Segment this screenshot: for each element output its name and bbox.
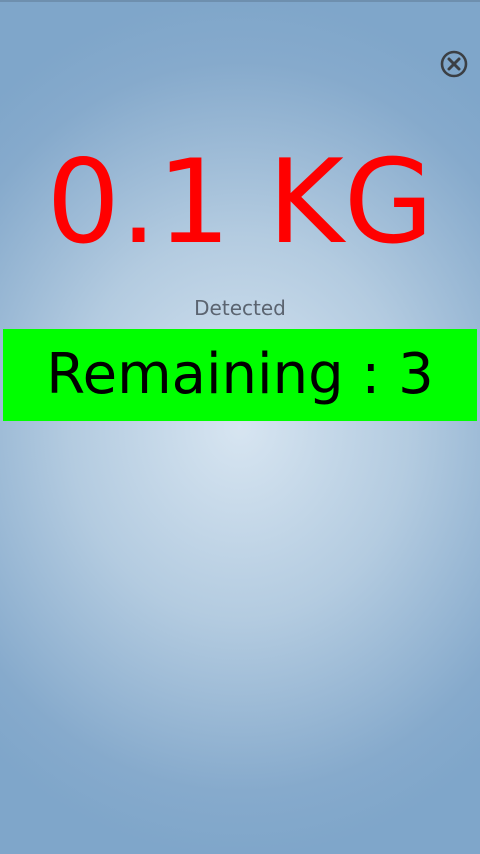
remaining-count-label: Remaining : 3 [46, 342, 434, 407]
close-button[interactable] [439, 49, 469, 79]
status-label: Detected [194, 296, 286, 320]
weight-display: 0.1 KG [46, 135, 434, 270]
remaining-banner: Remaining : 3 [3, 329, 477, 421]
top-edge-divider [0, 0, 480, 2]
close-icon [440, 50, 468, 78]
